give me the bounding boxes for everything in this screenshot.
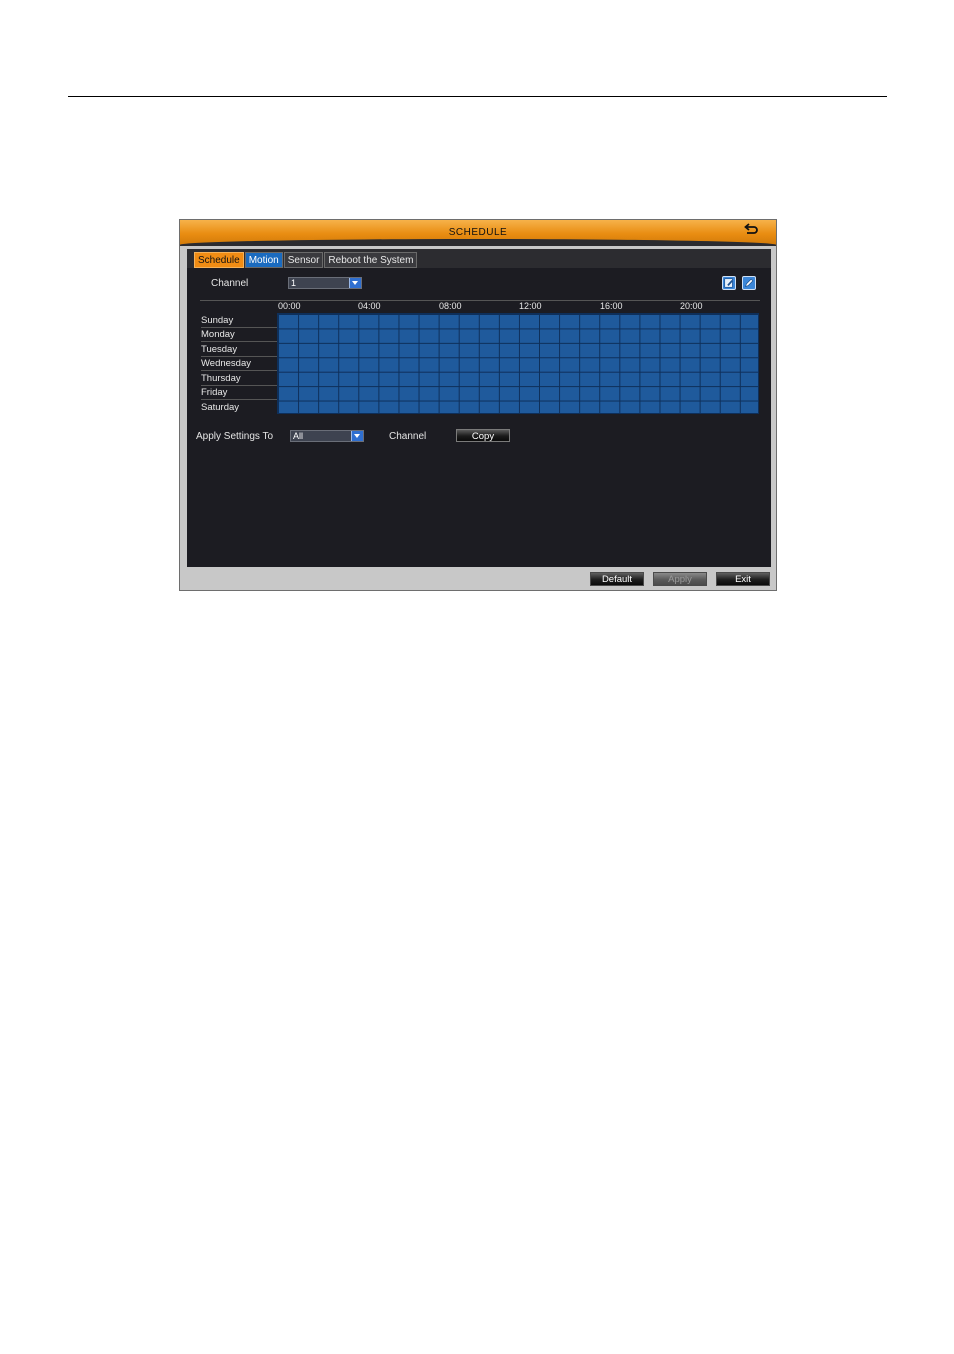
tab-sensor[interactable]: Sensor	[283, 252, 324, 268]
hour-label: 04:00	[358, 301, 381, 311]
chevron-down-icon[interactable]	[351, 431, 363, 441]
apply-button[interactable]: Apply	[653, 572, 707, 586]
schedule-window: SCHEDULE Schedule Motion Sensor Reboot t…	[179, 219, 777, 591]
day-label-sunday: Sunday	[201, 313, 277, 328]
hour-label: 00:00	[278, 301, 301, 311]
schedule-grid[interactable]	[200, 300, 760, 414]
day-label-friday: Friday	[201, 385, 277, 400]
page-top-rule	[68, 96, 887, 97]
schedule-grid-area: 00:00 04:00 08:00 12:00 16:00 20:00 Sund…	[199, 299, 760, 414]
day-label-wednesday: Wednesday	[201, 356, 277, 371]
hour-label: 16:00	[600, 301, 623, 311]
channel-select-value: 1	[291, 278, 297, 288]
hour-label: 20:00	[680, 301, 703, 311]
hour-label: 12:00	[519, 301, 542, 311]
chevron-down-icon[interactable]	[349, 278, 361, 288]
header-divider	[200, 300, 760, 301]
schedule-content: Channel 1 00:00 04:00 08:00 12:00 16:00 …	[187, 268, 771, 567]
edit-icon[interactable]	[722, 276, 736, 290]
tab-reboot-system[interactable]: Reboot the System	[324, 252, 418, 268]
channel-select[interactable]: 1	[288, 277, 362, 289]
day-label-monday: Monday	[201, 327, 277, 342]
exit-button[interactable]: Exit	[716, 572, 770, 586]
day-label-saturday: Saturday	[201, 402, 240, 413]
tab-bar: Schedule Motion Sensor Reboot the System	[194, 252, 418, 268]
day-label-tuesday: Tuesday	[201, 342, 277, 357]
tab-schedule[interactable]: Schedule	[194, 252, 244, 268]
pencil-icon[interactable]	[742, 276, 756, 290]
back-arrow-icon[interactable]	[744, 223, 758, 235]
apply-channel-label: Channel	[389, 431, 427, 442]
copy-button[interactable]: Copy	[456, 429, 510, 442]
apply-settings-label: Apply Settings To	[196, 431, 274, 442]
main-panel: Schedule Motion Sensor Reboot the System…	[187, 249, 771, 567]
apply-settings-value: All	[293, 431, 304, 441]
channel-label: Channel	[211, 278, 249, 289]
tab-motion[interactable]: Motion	[244, 252, 283, 268]
default-button[interactable]: Default	[590, 572, 644, 586]
apply-settings-select[interactable]: All	[290, 430, 364, 442]
window-title: SCHEDULE	[448, 227, 508, 238]
hour-label: 08:00	[439, 301, 462, 311]
title-bar: SCHEDULE	[180, 220, 776, 246]
day-label-thursday: Thursday	[201, 371, 277, 386]
